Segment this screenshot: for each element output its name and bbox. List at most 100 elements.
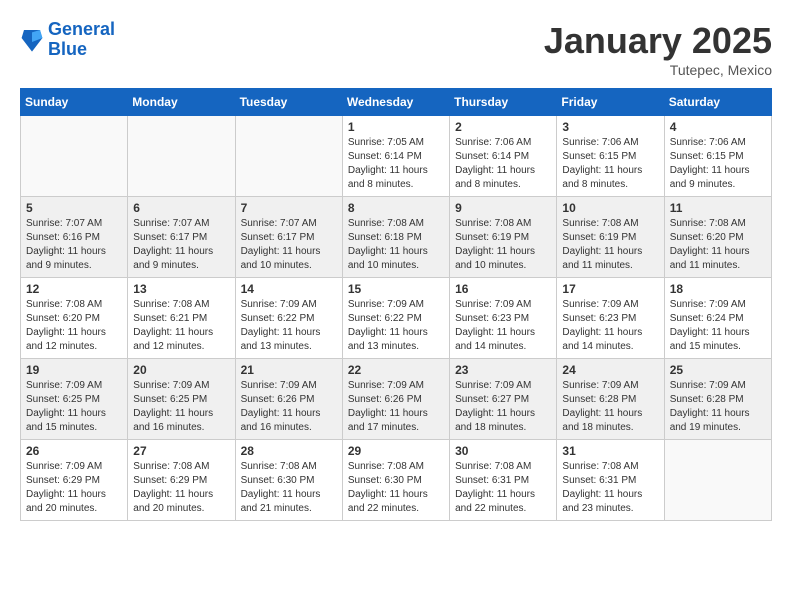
calendar-day-cell: 14 Sunrise: 7:09 AMSunset: 6:22 PMDayligh… [235,278,342,359]
calendar-day-cell: 3 Sunrise: 7:06 AMSunset: 6:15 PMDaylight… [557,116,664,197]
day-info: Sunrise: 7:09 AMSunset: 6:26 PMDaylight:… [348,379,444,435]
calendar-day-cell: 8 Sunrise: 7:08 AMSunset: 6:18 PMDaylight… [342,197,449,278]
day-info: Sunrise: 7:08 AMSunset: 6:31 PMDaylight:… [455,460,551,516]
day-number: 14 [241,282,337,296]
calendar-day-cell: 26 Sunrise: 7:09 AMSunset: 6:29 PMDayligh… [21,440,128,521]
calendar-day-cell [235,116,342,197]
day-number: 29 [348,444,444,458]
day-number: 11 [670,201,766,215]
weekday-header: Saturday [664,89,771,116]
calendar-day-cell: 10Sunrise: 7:08 AMSunset: 6:19 PMDayligh… [557,197,664,278]
calendar-day-cell: 6Sunrise: 7:07 AMSunset: 6:17 PMDaylight… [128,197,235,278]
calendar-day-cell: 25 Sunrise: 7:09 AMSunset: 6:28 PMDayligh… [664,359,771,440]
day-info: Sunrise: 7:08 AMSunset: 6:20 PMDaylight:… [26,298,122,354]
day-info: Sunrise: 7:07 AMSunset: 6:17 PMDaylight:… [133,217,229,273]
day-info: Sunrise: 7:06 AMSunset: 6:15 PMDaylight:… [562,136,658,192]
calendar-day-cell: 1 Sunrise: 7:05 AMSunset: 6:14 PMDaylight… [342,116,449,197]
day-info: Sunrise: 7:08 AMSunset: 6:19 PMDaylight:… [455,217,551,273]
month-title: January 2025 [544,20,772,62]
day-info: Sunrise: 7:05 AMSunset: 6:14 PMDaylight:… [348,136,444,192]
calendar-day-cell: 19 Sunrise: 7:09 AMSunset: 6:25 PMDayligh… [21,359,128,440]
calendar-day-cell: 2Sunrise: 7:06 AMSunset: 6:14 PMDaylight… [450,116,557,197]
day-info: Sunrise: 7:09 AMSunset: 6:25 PMDaylight:… [26,379,122,435]
day-number: 24 [562,363,658,377]
day-info: Sunrise: 7:08 AMSunset: 6:20 PMDaylight:… [670,217,766,273]
calendar-day-cell: 18 Sunrise: 7:09 AMSunset: 6:24 PMDayligh… [664,278,771,359]
calendar-day-cell [128,116,235,197]
day-number: 22 [348,363,444,377]
calendar-day-cell: 30 Sunrise: 7:08 AMSunset: 6:31 PMDayligh… [450,440,557,521]
day-number: 30 [455,444,551,458]
calendar-day-cell [664,440,771,521]
day-number: 25 [670,363,766,377]
weekday-header: Wednesday [342,89,449,116]
day-info: Sunrise: 7:09 AMSunset: 6:28 PMDaylight:… [562,379,658,435]
day-number: 3 [562,120,658,134]
calendar: SundayMondayTuesdayWednesdayThursdayFrid… [20,88,772,521]
location: Tutepec, Mexico [544,62,772,78]
weekday-header: Monday [128,89,235,116]
calendar-week-row: 26 Sunrise: 7:09 AMSunset: 6:29 PMDayligh… [21,440,772,521]
weekday-header: Sunday [21,89,128,116]
logo-line2: Blue [48,39,87,59]
logo: General Blue [20,20,115,60]
day-number: 7 [241,201,337,215]
day-number: 5 [26,201,122,215]
day-info: Sunrise: 7:09 AMSunset: 6:28 PMDaylight:… [670,379,766,435]
day-number: 13 [133,282,229,296]
calendar-day-cell: 5 Sunrise: 7:07 AMSunset: 6:16 PMDaylight… [21,197,128,278]
day-number: 8 [348,201,444,215]
day-number: 20 [133,363,229,377]
calendar-day-cell: 29 Sunrise: 7:08 AMSunset: 6:30 PMDayligh… [342,440,449,521]
page-header: General Blue January 2025 Tutepec, Mexic… [20,20,772,78]
day-number: 27 [133,444,229,458]
day-number: 17 [562,282,658,296]
calendar-day-cell: 7 Sunrise: 7:07 AMSunset: 6:17 PMDaylight… [235,197,342,278]
day-info: Sunrise: 7:07 AMSunset: 6:17 PMDaylight:… [241,217,337,273]
calendar-day-cell [21,116,128,197]
day-number: 2 [455,120,551,134]
calendar-week-row: 19 Sunrise: 7:09 AMSunset: 6:25 PMDayligh… [21,359,772,440]
day-number: 21 [241,363,337,377]
weekday-header: Thursday [450,89,557,116]
calendar-day-cell: 27 Sunrise: 7:08 AMSunset: 6:29 PMDayligh… [128,440,235,521]
day-info: Sunrise: 7:08 AMSunset: 6:18 PMDaylight:… [348,217,444,273]
weekday-row: SundayMondayTuesdayWednesdayThursdayFrid… [21,89,772,116]
calendar-body: 1 Sunrise: 7:05 AMSunset: 6:14 PMDaylight… [21,116,772,521]
day-info: Sunrise: 7:09 AMSunset: 6:22 PMDaylight:… [241,298,337,354]
day-number: 26 [26,444,122,458]
logo-text: General Blue [48,20,115,60]
day-info: Sunrise: 7:07 AMSunset: 6:16 PMDaylight:… [26,217,122,273]
day-info: Sunrise: 7:09 AMSunset: 6:23 PMDaylight:… [562,298,658,354]
day-info: Sunrise: 7:09 AMSunset: 6:23 PMDaylight:… [455,298,551,354]
weekday-header: Friday [557,89,664,116]
day-info: Sunrise: 7:06 AMSunset: 6:15 PMDaylight:… [670,136,766,192]
day-number: 15 [348,282,444,296]
day-number: 19 [26,363,122,377]
day-info: Sunrise: 7:09 AMSunset: 6:25 PMDaylight:… [133,379,229,435]
day-info: Sunrise: 7:09 AMSunset: 6:26 PMDaylight:… [241,379,337,435]
day-info: Sunrise: 7:09 AMSunset: 6:29 PMDaylight:… [26,460,122,516]
calendar-day-cell: 22 Sunrise: 7:09 AMSunset: 6:26 PMDayligh… [342,359,449,440]
day-number: 4 [670,120,766,134]
calendar-day-cell: 16 Sunrise: 7:09 AMSunset: 6:23 PMDayligh… [450,278,557,359]
calendar-day-cell: 23Sunrise: 7:09 AMSunset: 6:27 PMDayligh… [450,359,557,440]
day-number: 1 [348,120,444,134]
day-info: Sunrise: 7:08 AMSunset: 6:29 PMDaylight:… [133,460,229,516]
calendar-day-cell: 15 Sunrise: 7:09 AMSunset: 6:22 PMDayligh… [342,278,449,359]
calendar-week-row: 1 Sunrise: 7:05 AMSunset: 6:14 PMDaylight… [21,116,772,197]
day-info: Sunrise: 7:09 AMSunset: 6:27 PMDaylight:… [455,379,551,435]
day-number: 18 [670,282,766,296]
day-info: Sunrise: 7:09 AMSunset: 6:22 PMDaylight:… [348,298,444,354]
day-number: 12 [26,282,122,296]
calendar-day-cell: 9Sunrise: 7:08 AMSunset: 6:19 PMDaylight… [450,197,557,278]
day-info: Sunrise: 7:08 AMSunset: 6:19 PMDaylight:… [562,217,658,273]
logo-line1: General [48,19,115,39]
weekday-header: Tuesday [235,89,342,116]
day-number: 16 [455,282,551,296]
day-info: Sunrise: 7:09 AMSunset: 6:24 PMDaylight:… [670,298,766,354]
calendar-day-cell: 28Sunrise: 7:08 AMSunset: 6:30 PMDayligh… [235,440,342,521]
day-info: Sunrise: 7:08 AMSunset: 6:30 PMDaylight:… [241,460,337,516]
day-info: Sunrise: 7:08 AMSunset: 6:30 PMDaylight:… [348,460,444,516]
calendar-day-cell: 12 Sunrise: 7:08 AMSunset: 6:20 PMDayligh… [21,278,128,359]
